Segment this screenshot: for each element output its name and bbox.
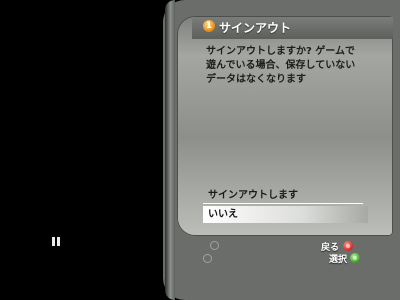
blade-rim bbox=[165, 0, 175, 300]
signout-option[interactable]: サインアウトします bbox=[203, 188, 363, 204]
pause-bar-left bbox=[52, 237, 55, 246]
decorative-ring-icon bbox=[210, 241, 219, 250]
pause-bar-right bbox=[57, 237, 60, 246]
a-button-icon[interactable] bbox=[350, 253, 360, 263]
cancel-option[interactable]: いいえ bbox=[203, 206, 368, 223]
decorative-ring-icon bbox=[203, 254, 212, 263]
select-hint-label: 選択 bbox=[329, 255, 348, 265]
screen: 1 サインアウト サインアウトしますか? ゲームで 遊んでいる場合、保存していな… bbox=[0, 0, 400, 300]
b-button-icon[interactable] bbox=[343, 241, 353, 251]
dialog-title: サインアウト bbox=[219, 21, 292, 35]
pause-icon bbox=[52, 237, 60, 246]
dialog-message: サインアウトしますか? ゲームで 遊んでいる場合、保存していない データはなくな… bbox=[206, 46, 356, 85]
player-one-icon: 1 bbox=[203, 20, 215, 32]
